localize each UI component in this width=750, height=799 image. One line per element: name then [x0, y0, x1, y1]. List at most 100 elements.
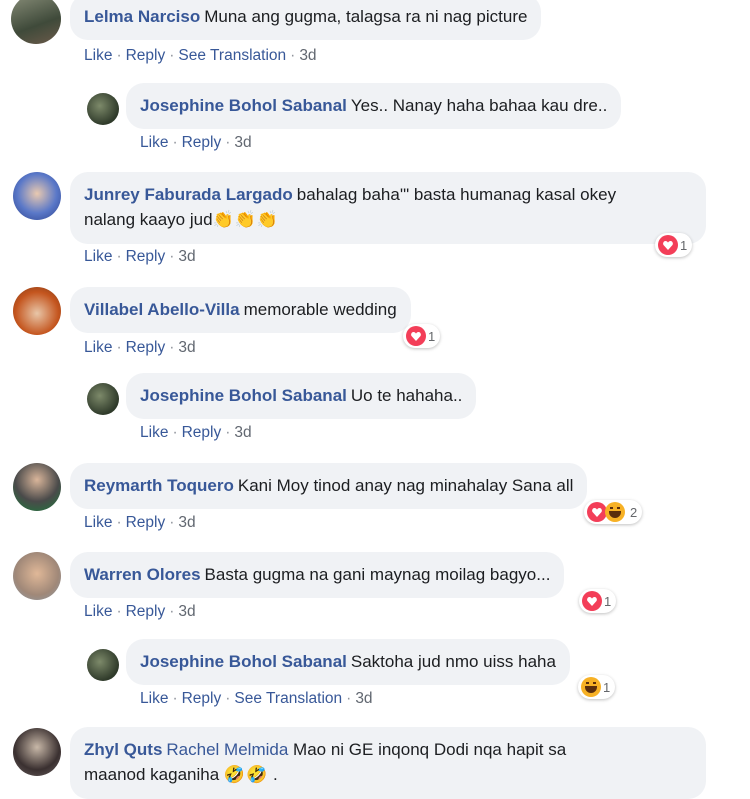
comment-author[interactable]: Warren Olores [84, 565, 201, 584]
separator: · [225, 690, 231, 707]
see-translation-link[interactable]: See Translation [178, 47, 286, 64]
comment-author[interactable]: Villabel Abello-Villa [84, 300, 240, 319]
avatar[interactable] [13, 287, 61, 335]
avatar[interactable] [87, 649, 119, 681]
comment-text: Yes.. Nanay haha bahaa kau dre.. [350, 96, 608, 115]
reaction-summary[interactable]: 1 [403, 324, 441, 348]
avatar[interactable] [13, 552, 61, 600]
timestamp[interactable]: 3d [178, 248, 195, 265]
reaction-summary[interactable]: 1 [578, 675, 616, 699]
heart-reaction-icon [658, 235, 678, 255]
comment-bubble: Warren Olores Basta gugma na gani maynag … [70, 552, 565, 598]
avatar[interactable] [87, 383, 119, 415]
comment-actions: Like · Reply · 3d [140, 134, 252, 152]
separator: · [116, 47, 122, 64]
heart-reaction-icon [406, 326, 426, 346]
avatar[interactable] [13, 728, 61, 776]
laughing-emoji: 🤣🤣 [223, 765, 269, 784]
separator: · [290, 47, 296, 64]
separator: · [169, 47, 175, 64]
comment-author[interactable]: Josephine Bohol Sabanal [140, 652, 347, 671]
reaction-count: 1 [603, 679, 611, 695]
like-link[interactable]: Like [140, 134, 168, 151]
separator: · [225, 424, 231, 441]
separator: · [225, 134, 231, 151]
comment-author[interactable]: Zhyl Quts [84, 740, 162, 759]
comment-text-end: . [272, 765, 278, 784]
comment-text: memorable wedding [243, 300, 397, 319]
comment-bubble: Josephine Bohol Sabanal Saktoha jud nmo u… [126, 639, 570, 685]
comment-text: nalang kaayo jud [84, 210, 213, 229]
separator: · [172, 424, 178, 441]
comment-bubble: Villabel Abello-Villa memorable wedding [70, 287, 411, 333]
comment-bubble: Reymarth Toquero Kani Moy tinod anay nag … [70, 463, 588, 509]
separator: · [169, 514, 175, 531]
reaction-summary[interactable]: 2 [584, 500, 643, 524]
comment-actions: Like · Reply · 3d [84, 603, 196, 621]
comment-author[interactable]: Junrey Faburada Largado [84, 185, 293, 204]
reply-link[interactable]: Reply [126, 339, 166, 356]
reply-link[interactable]: Reply [126, 514, 166, 531]
reaction-summary[interactable]: 1 [579, 589, 617, 613]
comment-text: Kani Moy tinod anay nag minahalay Sana a… [237, 476, 574, 495]
comment-text: Uo te hahaha.. [350, 386, 463, 405]
timestamp[interactable]: 3d [355, 690, 372, 707]
timestamp[interactable]: 3d [178, 339, 195, 356]
comment-actions: Like · Reply · 3d [140, 424, 252, 442]
comment-bubble: Josephine Bohol Sabanal Uo te hahaha.. [126, 373, 477, 419]
reaction-count: 1 [680, 237, 688, 253]
haha-reaction-icon [605, 502, 625, 522]
separator: · [346, 690, 352, 707]
reply-link[interactable]: Reply [182, 134, 222, 151]
comment-bubble: Josephine Bohol Sabanal Yes.. Nanay haha … [126, 83, 622, 129]
comment-actions: Like · Reply · See Translation · 3d [140, 690, 373, 708]
tagged-user[interactable]: Rachel Melmida [166, 740, 288, 759]
like-link[interactable]: Like [84, 248, 112, 265]
comment-author[interactable]: Reymarth Toquero [84, 476, 234, 495]
reaction-count: 2 [630, 504, 638, 520]
comment-author[interactable]: Josephine Bohol Sabanal [140, 386, 347, 405]
comment-actions: Like · Reply · 3d [84, 339, 196, 357]
reply-link[interactable]: Reply [126, 248, 166, 265]
comment-author[interactable]: Lelma Narciso [84, 7, 200, 26]
comment-actions: Like · Reply · 3d [84, 514, 196, 532]
reply-link[interactable]: Reply [182, 424, 222, 441]
heart-reaction-icon [587, 502, 607, 522]
like-link[interactable]: Like [84, 339, 112, 356]
timestamp[interactable]: 3d [234, 134, 251, 151]
clapping-emoji: 👏👏👏 [212, 210, 280, 229]
reply-link[interactable]: Reply [182, 690, 222, 707]
avatar[interactable] [87, 93, 119, 125]
avatar[interactable] [13, 463, 61, 511]
reply-link[interactable]: Reply [126, 47, 166, 64]
comment-author[interactable]: Josephine Bohol Sabanal [140, 96, 347, 115]
like-link[interactable]: Like [140, 424, 168, 441]
comment-bubble: Zhyl Quts Rachel Melmida Mao ni GE inqonq… [70, 727, 706, 799]
comment-bubble: Lelma Narciso Muna ang gugma, talagsa ra … [70, 0, 542, 40]
see-translation-link[interactable]: See Translation [234, 690, 342, 707]
separator: · [169, 339, 175, 356]
separator: · [169, 603, 175, 620]
reaction-count: 1 [604, 593, 612, 609]
reply-link[interactable]: Reply [126, 603, 166, 620]
separator: · [116, 248, 122, 265]
comment-text: bahalag baha'" basta humanag kasal okey [296, 185, 617, 204]
like-link[interactable]: Like [140, 690, 168, 707]
like-link[interactable]: Like [84, 47, 112, 64]
like-link[interactable]: Like [84, 603, 112, 620]
timestamp[interactable]: 3d [178, 603, 195, 620]
haha-reaction-icon [581, 677, 601, 697]
avatar[interactable] [13, 172, 61, 220]
timestamp[interactable]: 3d [299, 47, 316, 64]
separator: · [172, 690, 178, 707]
comment-text: Saktoha jud nmo uiss haha [350, 652, 556, 671]
reaction-summary[interactable]: 1 [655, 233, 693, 257]
separator: · [116, 514, 122, 531]
like-link[interactable]: Like [84, 514, 112, 531]
reaction-count: 1 [428, 328, 436, 344]
comment-text: Muna ang gugma, talagsa ra ni nag pictur… [204, 7, 528, 26]
timestamp[interactable]: 3d [178, 514, 195, 531]
comment-actions: Like · Reply · See Translation · 3d [84, 47, 317, 65]
avatar[interactable] [11, 0, 61, 44]
timestamp[interactable]: 3d [234, 424, 251, 441]
